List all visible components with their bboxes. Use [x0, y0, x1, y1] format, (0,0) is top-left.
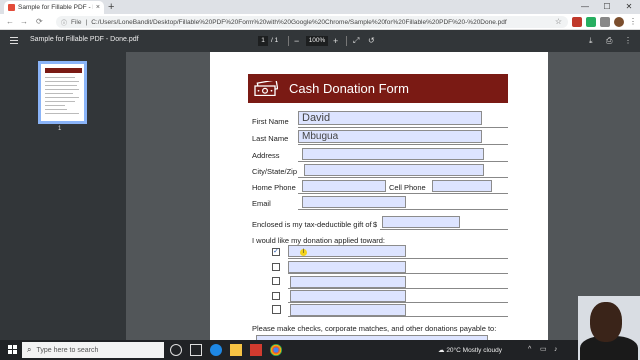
forward-button[interactable]: →: [20, 16, 28, 28]
puzzle-extensions-icon[interactable]: [600, 17, 610, 27]
url-text[interactable]: C:/Users/LoneBandit/Desktop/Fillable%20P…: [91, 19, 507, 26]
profile-avatar[interactable]: [614, 17, 624, 27]
email-label: Email: [252, 199, 271, 208]
info-icon[interactable]: ⓘ: [61, 18, 67, 27]
fund-field-5[interactable]: [290, 304, 406, 316]
reload-button[interactable]: ⟳: [36, 16, 43, 28]
zoom-out-button[interactable]: −: [294, 35, 299, 47]
address-label: Address: [252, 151, 280, 160]
zoom-input[interactable]: 100%: [306, 36, 328, 46]
system-tray-chevron-icon[interactable]: ^: [528, 346, 531, 354]
fund-checkbox-4[interactable]: [272, 292, 280, 300]
maximize-button[interactable]: ☐: [596, 0, 618, 14]
payable-to-label: Please make checks, corporate matches, a…: [252, 324, 497, 333]
first-name-label: First Name: [252, 117, 289, 126]
text-cursor-icon: I: [300, 249, 307, 256]
print-icon[interactable]: ⎙: [606, 36, 612, 46]
pdf-toolbar: Sample for Fillable PDF - Done.pdf 1 / 1…: [0, 30, 640, 52]
thumbnail-sidebar: 1: [0, 52, 126, 340]
weather-widget[interactable]: ☁ 20°C Mostly cloudy: [438, 346, 502, 354]
zoom-in-button[interactable]: +: [333, 35, 338, 47]
hamburger-menu-icon[interactable]: [10, 37, 18, 44]
fund-field-2[interactable]: [288, 261, 406, 273]
network-icon[interactable]: ▭: [540, 346, 547, 354]
gift-label: Enclosed is my tax-deductible gift of: [252, 220, 372, 229]
weather-condition: Mostly cloudy: [462, 347, 503, 354]
cash-icon: [254, 81, 278, 96]
navigation-bar: ← → ⟳ ⓘ File | C:/Users/LoneBandit/Deskt…: [0, 14, 640, 30]
page-total: / 1: [271, 37, 279, 44]
email-field[interactable]: [302, 196, 406, 208]
fund-checkbox-3[interactable]: [272, 277, 280, 285]
toolbar-divider: [346, 36, 347, 46]
download-icon[interactable]: ⤓: [589, 36, 593, 46]
applied-toward-label: I would like my donation applied toward:: [252, 236, 385, 245]
edge-browser-icon[interactable]: [210, 344, 222, 356]
first-name-field[interactable]: David: [298, 111, 482, 125]
city-state-zip-label: City/State/Zip: [252, 167, 298, 176]
last-name-label: Last Name: [252, 134, 289, 143]
home-phone-label: Home Phone: [252, 183, 296, 192]
fund-field-3[interactable]: [290, 276, 406, 288]
cell-phone-label: Cell Phone: [389, 183, 426, 192]
form-banner: Cash Donation Form: [248, 74, 508, 103]
url-scheme: File: [71, 18, 82, 26]
address-field[interactable]: [302, 148, 484, 160]
fund-checkbox-5[interactable]: [272, 305, 281, 314]
fund-field-4[interactable]: [290, 290, 406, 302]
webcam-overlay: [578, 296, 640, 360]
tab-close-icon[interactable]: ×: [96, 4, 100, 11]
pdf-page: Cash Donation Form First Name David Last…: [210, 52, 548, 343]
url-separator: |: [85, 18, 88, 26]
form-title: Cash Donation Form: [289, 81, 409, 96]
fit-to-page-icon[interactable]: ⤢: [353, 36, 359, 46]
new-tab-button[interactable]: +: [108, 1, 114, 13]
extension-icon[interactable]: [586, 17, 596, 27]
bookmark-star-icon[interactable]: ☆: [555, 16, 562, 28]
presenter-head: [590, 302, 622, 342]
currency-symbol: $: [373, 220, 378, 229]
chrome-menu-icon[interactable]: ⋮: [629, 16, 637, 28]
extension-icon[interactable]: [572, 17, 582, 27]
page-number-input[interactable]: 1: [258, 36, 268, 46]
search-icon: ⌕: [27, 345, 32, 354]
tab-title: Sample for Fillable PDF - Done.p: [18, 4, 93, 11]
weather-temperature: 20°C: [446, 347, 461, 354]
pdf-favicon-icon: [8, 4, 15, 11]
thumbnail-page-number: 1: [58, 126, 62, 132]
page-thumbnail[interactable]: [38, 61, 87, 124]
browser-tab[interactable]: Sample for Fillable PDF - Done.p ×: [4, 1, 104, 14]
cell-phone-field[interactable]: [432, 180, 492, 192]
document-title: Sample for Fillable PDF - Done.pdf: [30, 36, 139, 43]
gift-amount-field[interactable]: [382, 216, 460, 228]
home-phone-field[interactable]: [302, 180, 386, 192]
tab-strip: Sample for Fillable PDF - Done.p × + — ☐…: [0, 0, 640, 14]
windows-taskbar: ⌕ Type here to search ☁ 20°C Mostly clou…: [0, 340, 640, 360]
file-explorer-icon[interactable]: [230, 344, 242, 356]
fund-checkbox-2[interactable]: [272, 263, 280, 271]
minimize-button[interactable]: —: [574, 0, 596, 14]
city-state-zip-field[interactable]: [304, 164, 484, 176]
cortana-icon[interactable]: [170, 344, 182, 356]
close-window-button[interactable]: ✕: [618, 0, 640, 14]
cloud-icon: ☁: [438, 347, 445, 354]
back-button[interactable]: ←: [6, 16, 14, 28]
fund-checkbox-1[interactable]: ✓: [272, 248, 280, 256]
chrome-icon[interactable]: [270, 344, 282, 356]
taskbar-search-box[interactable]: ⌕ Type here to search: [22, 342, 164, 358]
app-icon[interactable]: [250, 344, 262, 356]
last-name-field[interactable]: Mbugua: [298, 130, 482, 143]
thumbnail-banner: [45, 68, 82, 73]
rotate-icon[interactable]: ↺: [368, 36, 375, 46]
task-view-icon[interactable]: [190, 344, 202, 356]
taskbar-search-placeholder: Type here to search: [36, 346, 99, 354]
more-actions-icon[interactable]: ⋮: [624, 36, 632, 46]
volume-icon[interactable]: ♪: [554, 346, 558, 354]
toolbar-divider: [288, 36, 289, 46]
address-bar[interactable]: ⓘ File | C:/Users/LoneBandit/Desktop/Fil…: [56, 16, 568, 28]
windows-start-icon[interactable]: [8, 345, 18, 355]
